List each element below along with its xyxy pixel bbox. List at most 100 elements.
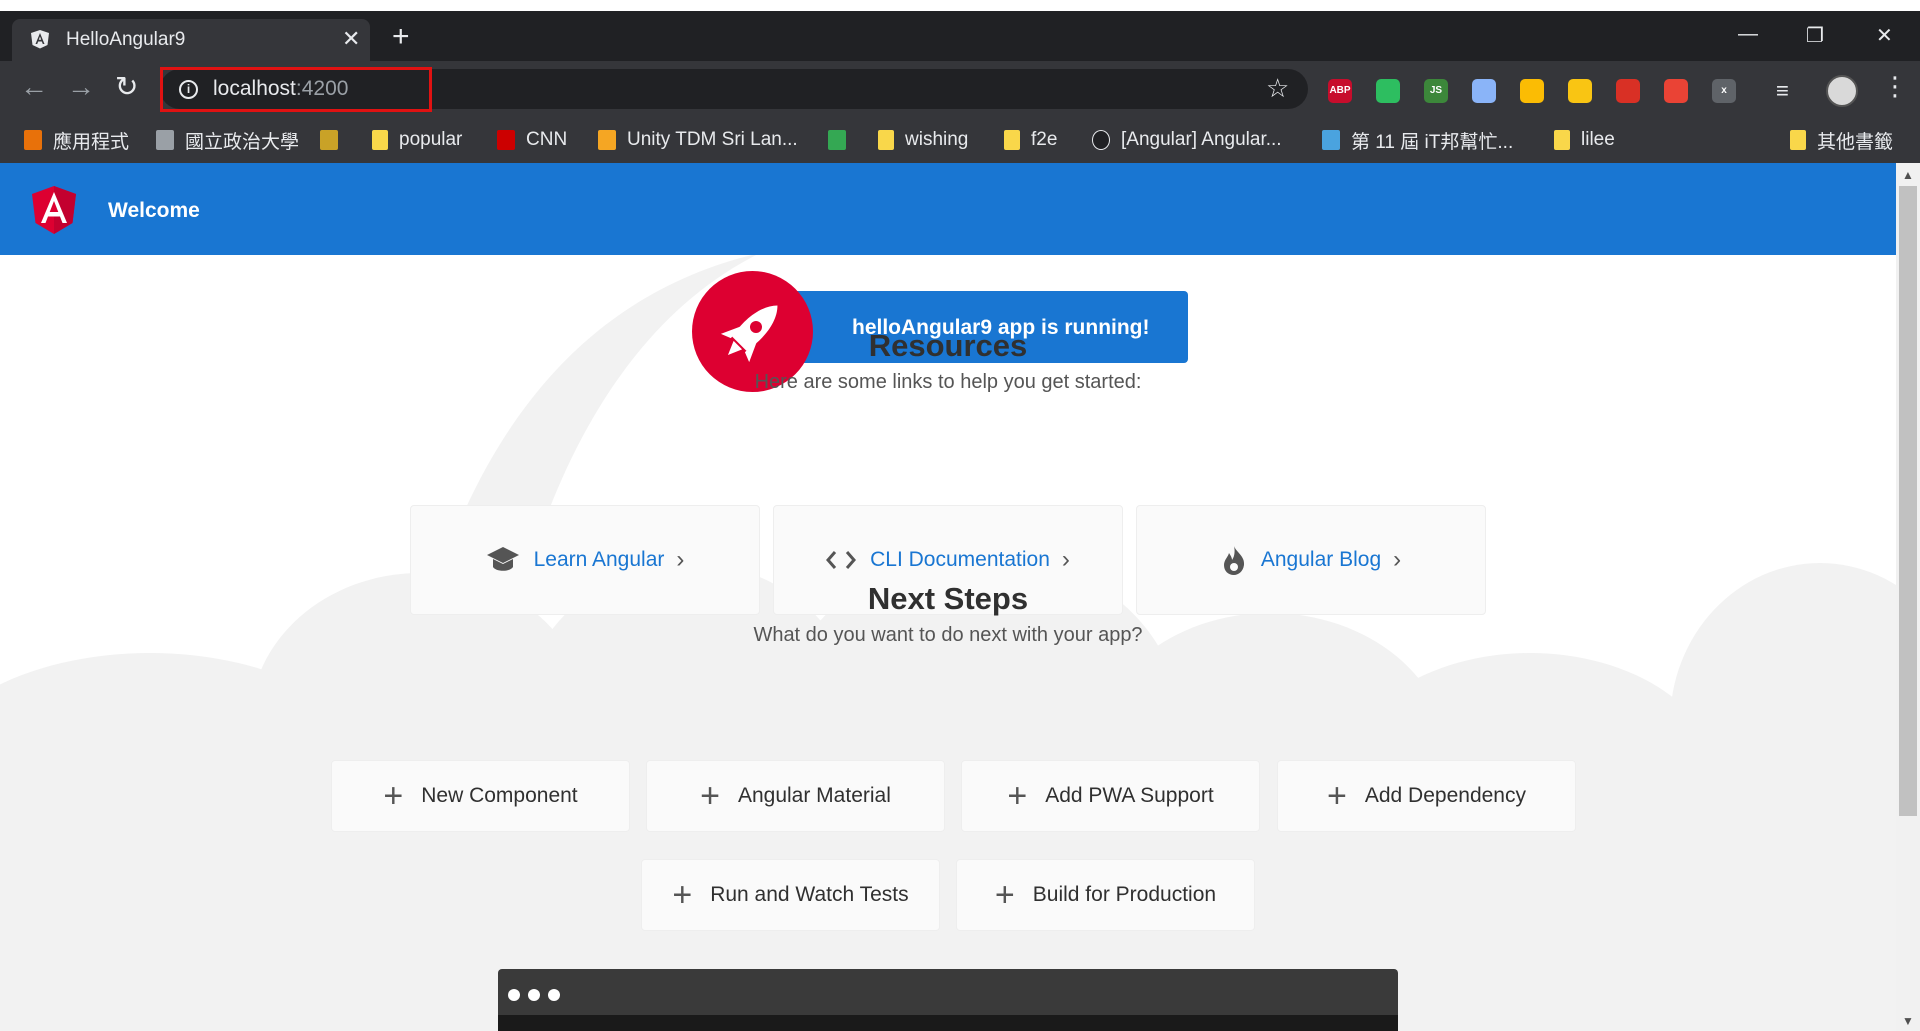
- step-run-and-watch-tests[interactable]: + Run and Watch Tests: [641, 859, 940, 931]
- bookmark-label: popular: [399, 129, 463, 150]
- ring-icon[interactable]: [1472, 79, 1496, 103]
- resources-subtitle: Here are some links to help you get star…: [754, 371, 1142, 393]
- bookmark-item[interactable]: wishing: [878, 128, 968, 152]
- folder-icon: [878, 130, 894, 150]
- new-tab-button[interactable]: +: [392, 22, 410, 52]
- abp-icon[interactable]: ABP: [1328, 79, 1352, 103]
- wow-icon: [320, 130, 338, 150]
- angular-logo-icon: [32, 186, 76, 234]
- window-close-icon[interactable]: ✕: [1876, 23, 1893, 48]
- bookmark-item[interactable]: 應用程式: [24, 128, 130, 153]
- folder-icon: [1554, 130, 1570, 150]
- url-text[interactable]: localhost:4200: [213, 77, 348, 101]
- bookmark-item[interactable]: popular: [372, 128, 462, 152]
- plus-icon: +: [1007, 777, 1028, 815]
- drive-icon: [828, 130, 846, 150]
- bookmark-label: 應用程式: [53, 131, 130, 153]
- scrollbar-thumb[interactable]: [1899, 186, 1917, 816]
- drive-ext-icon[interactable]: [1520, 79, 1544, 103]
- profile-avatar[interactable]: [1826, 75, 1858, 107]
- bookmark-label: 第 11 屆 iT邦幫忙...: [1351, 131, 1514, 153]
- terminal-dot: [528, 989, 540, 1001]
- bookmark-item[interactable]: lilee: [1554, 128, 1615, 152]
- plus-icon: +: [1327, 777, 1347, 815]
- bookmark-item[interactable]: 第 11 屆 iT邦幫忙...: [1322, 128, 1514, 153]
- step-label: New Component: [421, 784, 578, 807]
- cli-documentation-label: CLI Documentation: [870, 548, 1050, 571]
- restore-icon[interactable]: ❐: [1806, 23, 1824, 48]
- bookmark-item[interactable]: [320, 128, 349, 152]
- window-top-border: [0, 0, 1920, 11]
- bookmark-label: [Angular] Angular...: [1121, 129, 1282, 150]
- graduation-cap-icon: [486, 547, 519, 571]
- terminal-window: [498, 969, 1398, 1031]
- media-control-icon[interactable]: ≡: [1776, 77, 1789, 105]
- x-ext-icon[interactable]: x: [1712, 79, 1736, 103]
- step-label: Add PWA Support: [1045, 784, 1214, 807]
- learn-angular-label: Learn Angular: [533, 548, 665, 571]
- folder-icon: [1004, 130, 1020, 150]
- terminal-dot: [548, 989, 560, 1001]
- bookmark-label: Unity TDM Sri Lan...: [627, 129, 798, 150]
- next-steps-subtitle: What do you want to do next with your ap…: [753, 624, 1143, 646]
- bookmark-label: CNN: [526, 129, 568, 150]
- page-viewport: Welcome helloAngular9 app is running! Re…: [0, 163, 1896, 1031]
- step-add-pwa-support[interactable]: + Add PWA Support: [961, 760, 1260, 832]
- step-new-component[interactable]: + New Component: [331, 760, 630, 832]
- bookmark-label: lilee: [1581, 129, 1615, 150]
- site-info-icon[interactable]: i: [179, 80, 198, 99]
- cnn-icon: [497, 130, 515, 150]
- browser-tab[interactable]: HelloAngular9 ✕: [12, 19, 370, 61]
- forward-arrow-icon[interactable]: →: [67, 73, 95, 101]
- nodejs-icon[interactable]: JS: [1424, 79, 1448, 103]
- app-toolbar: Welcome: [0, 163, 1896, 255]
- bookmark-label: 其他書籤: [1817, 131, 1894, 153]
- plus-icon: +: [383, 777, 404, 815]
- browser-toolbar: ← → ↻ i localhost:4200 ☆ ABP JS x ≡ ⋮: [0, 61, 1920, 117]
- page-icon: [156, 130, 174, 150]
- flame-icon: [1223, 546, 1244, 575]
- bookmark-item[interactable]: [Angular] Angular...: [1092, 128, 1282, 152]
- scroll-down-icon[interactable]: ▼: [1902, 1014, 1914, 1028]
- n-icon: [1092, 130, 1110, 150]
- bookmark-item[interactable]: CNN: [497, 128, 567, 152]
- angular-favicon-icon: [31, 30, 49, 49]
- tab-close-icon[interactable]: ✕: [342, 26, 360, 52]
- bookmark-item[interactable]: f2e: [1004, 128, 1057, 152]
- bookmark-star-icon[interactable]: ☆: [1266, 73, 1289, 104]
- book-icon[interactable]: [1616, 79, 1640, 103]
- terminal-body: [498, 1015, 1398, 1031]
- code-brackets-icon: [826, 551, 857, 569]
- tab-title: HelloAngular9: [66, 29, 186, 50]
- step-label: Build for Production: [1032, 883, 1217, 906]
- step-build-for-production[interactable]: + Build for Production: [956, 859, 1255, 931]
- scroll-up-icon[interactable]: ▲: [1902, 168, 1914, 182]
- back-arrow-icon[interactable]: ←: [20, 73, 48, 101]
- bookmark-item[interactable]: [828, 128, 857, 152]
- step-angular-material[interactable]: + Angular Material: [646, 760, 945, 832]
- step-add-dependency[interactable]: + Add Dependency: [1277, 760, 1576, 832]
- chevron-right-icon: ›: [1061, 546, 1070, 573]
- folder-icon: [372, 130, 388, 150]
- evernote-icon[interactable]: [1376, 79, 1400, 103]
- angular-blog-label: Angular Blog: [1260, 548, 1382, 571]
- bookmark-item[interactable]: 國立政治大學: [156, 128, 300, 153]
- crescent-icon[interactable]: [1568, 79, 1592, 103]
- minimize-icon[interactable]: —: [1738, 23, 1758, 46]
- url-host: localhost: [213, 77, 296, 100]
- reload-icon[interactable]: ↻: [115, 73, 138, 101]
- bookmark-item[interactable]: Unity TDM Sri Lan...: [598, 128, 798, 152]
- ithome-icon: [1322, 130, 1340, 150]
- gift-icon[interactable]: [1664, 79, 1688, 103]
- bookmarks-bar: 應用程式 國立政治大學 popular CNN Unity TDM Sri Lan...…: [0, 117, 1920, 163]
- bookmark-item[interactable]: 其他書籤: [1790, 128, 1894, 153]
- terminal-dot: [508, 989, 520, 1001]
- bookmark-label: 國立政治大學: [185, 131, 300, 153]
- toolbar-title: Welcome: [108, 199, 200, 222]
- browser-menu-icon[interactable]: ⋮: [1882, 73, 1908, 99]
- step-label: Angular Material: [737, 784, 891, 807]
- apps-grid-icon: [24, 130, 42, 150]
- step-label: Add Dependency: [1364, 784, 1526, 807]
- chevron-right-icon: ›: [676, 546, 685, 573]
- plus-icon: +: [994, 876, 1015, 914]
